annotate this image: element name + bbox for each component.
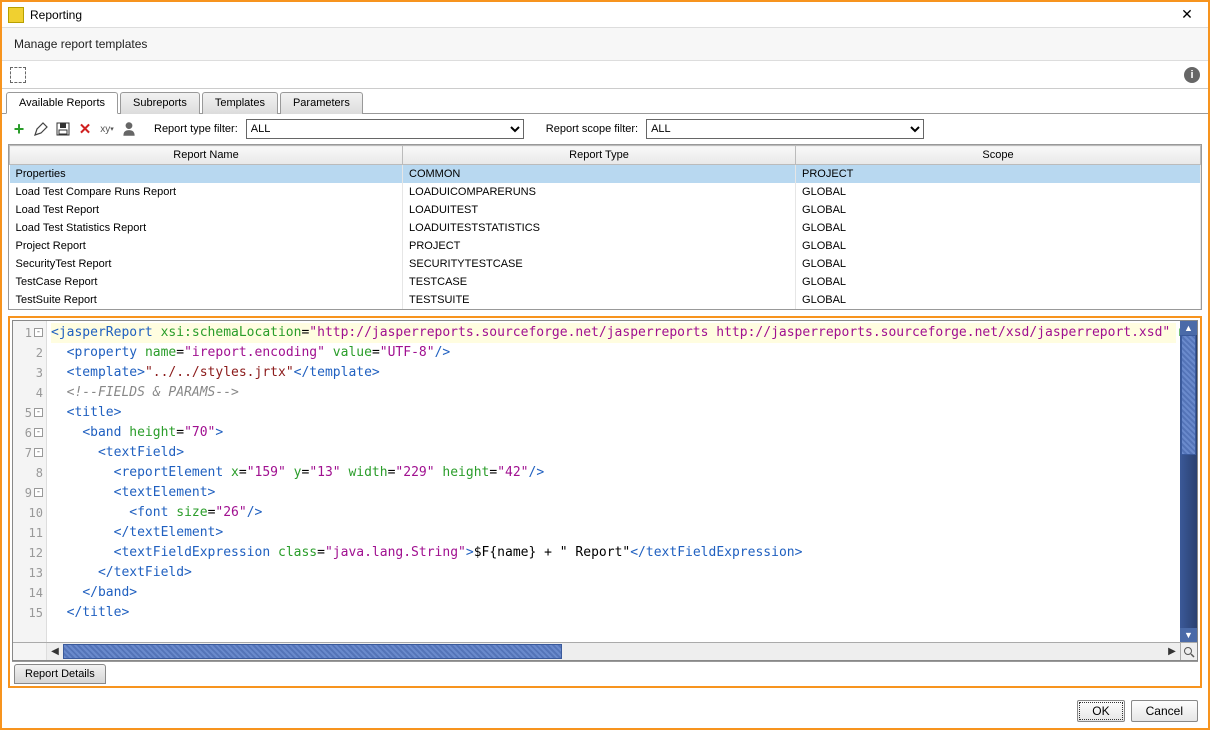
rename-icon[interactable]: xy▾: [98, 120, 116, 138]
col-report-name[interactable]: Report Name: [10, 146, 403, 165]
table-cell: GLOBAL: [796, 273, 1201, 291]
edit-icon[interactable]: [32, 120, 50, 138]
table-cell: TestCase Report: [10, 273, 403, 291]
table-row[interactable]: Project ReportPROJECTGLOBAL: [10, 237, 1201, 255]
table-cell: PROJECT: [796, 165, 1201, 183]
reports-table[interactable]: Report Name Report Type Scope Properties…: [9, 145, 1201, 309]
table-cell: Load Test Report: [10, 201, 403, 219]
save-icon[interactable]: [54, 120, 72, 138]
app-icon: [8, 7, 24, 23]
table-cell: TESTSUITE: [403, 291, 796, 309]
scroll-left-icon[interactable]: ◀: [47, 644, 63, 660]
table-cell: GLOBAL: [796, 201, 1201, 219]
table-cell: LOADUICOMPARERUNS: [403, 183, 796, 201]
upper-toolbar: i: [2, 61, 1208, 89]
reports-table-wrap: Report Name Report Type Scope Properties…: [8, 144, 1202, 310]
user-icon[interactable]: [120, 120, 138, 138]
window-title: Reporting: [30, 8, 1172, 22]
horizontal-scrollbar[interactable]: ◀ ▶: [13, 642, 1197, 660]
table-cell: GLOBAL: [796, 291, 1201, 309]
table-cell: Load Test Compare Runs Report: [10, 183, 403, 201]
table-cell: SecurityTest Report: [10, 255, 403, 273]
scroll-down-icon[interactable]: ▼: [1180, 628, 1197, 642]
code-editor[interactable]: 1-2345-6-7-89-101112131415 <jasperReport…: [12, 320, 1198, 662]
ok-button[interactable]: OK: [1077, 700, 1124, 722]
table-cell: GLOBAL: [796, 183, 1201, 201]
table-cell: LOADUITEST: [403, 201, 796, 219]
tab-report-details[interactable]: Report Details: [14, 664, 106, 684]
table-cell: Project Report: [10, 237, 403, 255]
type-filter-label: Report type filter:: [154, 123, 238, 135]
table-cell: LOADUITESTSTATISTICS: [403, 219, 796, 237]
table-cell: TestSuite Report: [10, 291, 403, 309]
reporting-window: Reporting ✕ Manage report templates i Av…: [0, 0, 1210, 730]
table-cell: Properties: [10, 165, 403, 183]
main-tabbar: Available Reports Subreports Templates P…: [2, 89, 1208, 114]
table-cell: SECURITYTESTCASE: [403, 255, 796, 273]
info-icon[interactable]: i: [1184, 67, 1200, 83]
editor-tabbar: Report Details: [12, 661, 1198, 684]
editor-panel: 1-2345-6-7-89-101112131415 <jasperReport…: [8, 316, 1202, 689]
table-cell: PROJECT: [403, 237, 796, 255]
scroll-up-icon[interactable]: ▲: [1180, 321, 1197, 335]
add-icon[interactable]: +: [10, 120, 28, 138]
col-report-type[interactable]: Report Type: [403, 146, 796, 165]
table-row[interactable]: PropertiesCOMMONPROJECT: [10, 165, 1201, 183]
line-gutter[interactable]: 1-2345-6-7-89-101112131415: [13, 321, 47, 643]
close-button[interactable]: ✕: [1172, 5, 1202, 25]
filter-row: + ✕ xy▾ Report type filter: ALL Report s…: [2, 114, 1208, 144]
table-cell: TESTCASE: [403, 273, 796, 291]
table-cell: Load Test Statistics Report: [10, 219, 403, 237]
table-cell: COMMON: [403, 165, 796, 183]
table-row[interactable]: TestSuite ReportTESTSUITEGLOBAL: [10, 291, 1201, 309]
table-cell: GLOBAL: [796, 219, 1201, 237]
vertical-scrollbar[interactable]: ▲ ▼: [1180, 321, 1197, 643]
table-row[interactable]: TestCase ReportTESTCASEGLOBAL: [10, 273, 1201, 291]
window-subtitle: Manage report templates: [2, 28, 1208, 61]
scope-filter-select[interactable]: ALL: [646, 119, 924, 139]
scroll-right-icon[interactable]: ▶: [1164, 644, 1180, 660]
scope-filter-label: Report scope filter:: [546, 123, 638, 135]
tab-available-reports[interactable]: Available Reports: [6, 92, 118, 114]
col-scope[interactable]: Scope: [796, 146, 1201, 165]
table-row[interactable]: SecurityTest ReportSECURITYTESTCASEGLOBA…: [10, 255, 1201, 273]
zoom-icon[interactable]: [1180, 643, 1197, 660]
delete-icon[interactable]: ✕: [76, 120, 94, 138]
code-area[interactable]: <jasperReport xsi:schemaLocation="http:/…: [47, 321, 1180, 643]
table-cell: GLOBAL: [796, 255, 1201, 273]
type-filter-select[interactable]: ALL: [246, 119, 524, 139]
expand-icon[interactable]: [10, 67, 26, 83]
tab-parameters[interactable]: Parameters: [280, 92, 363, 114]
cancel-button[interactable]: Cancel: [1131, 700, 1198, 722]
titlebar[interactable]: Reporting ✕: [2, 2, 1208, 28]
dialog-buttons: OK Cancel: [2, 694, 1208, 728]
table-cell: GLOBAL: [796, 237, 1201, 255]
vscroll-thumb[interactable]: [1181, 335, 1196, 455]
table-row[interactable]: Load Test Statistics ReportLOADUITESTSTA…: [10, 219, 1201, 237]
table-row[interactable]: Load Test ReportLOADUITESTGLOBAL: [10, 201, 1201, 219]
table-row[interactable]: Load Test Compare Runs ReportLOADUICOMPA…: [10, 183, 1201, 201]
hscroll-thumb[interactable]: [63, 644, 562, 659]
tab-templates[interactable]: Templates: [202, 92, 278, 114]
tab-subreports[interactable]: Subreports: [120, 92, 200, 114]
